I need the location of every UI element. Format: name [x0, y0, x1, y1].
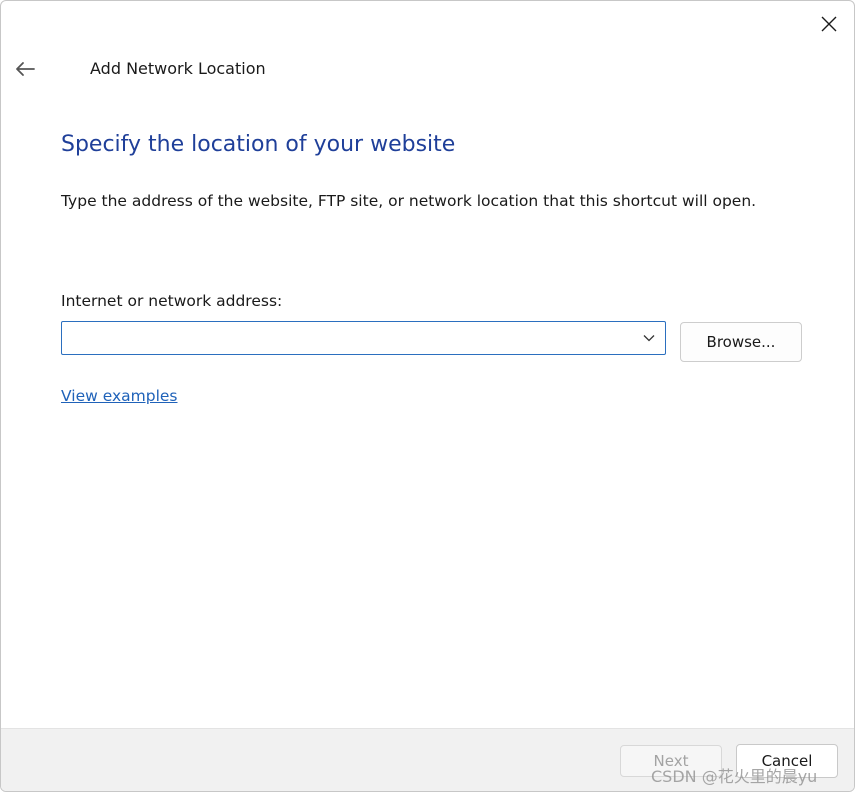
page-heading: Specify the location of your website — [61, 132, 456, 157]
address-input[interactable] — [62, 322, 632, 354]
address-dropdown-button[interactable] — [633, 322, 665, 354]
cancel-button[interactable]: Cancel — [736, 744, 838, 778]
dialog-footer — [1, 728, 854, 791]
back-button[interactable] — [9, 53, 41, 85]
add-network-location-dialog: Add Network Location Specify the locatio… — [0, 0, 855, 792]
address-label: Internet or network address: — [61, 292, 283, 310]
view-examples-link[interactable]: View examples — [61, 387, 178, 405]
next-button[interactable]: Next — [620, 745, 722, 777]
address-combobox[interactable] — [61, 321, 666, 355]
chevron-down-icon — [643, 335, 655, 342]
window-title: Add Network Location — [90, 59, 266, 78]
instruction-text: Type the address of the website, FTP sit… — [61, 192, 757, 210]
browse-button[interactable]: Browse... — [680, 322, 802, 362]
back-arrow-icon — [16, 62, 35, 76]
close-icon — [821, 16, 837, 32]
close-button[interactable] — [811, 7, 847, 41]
